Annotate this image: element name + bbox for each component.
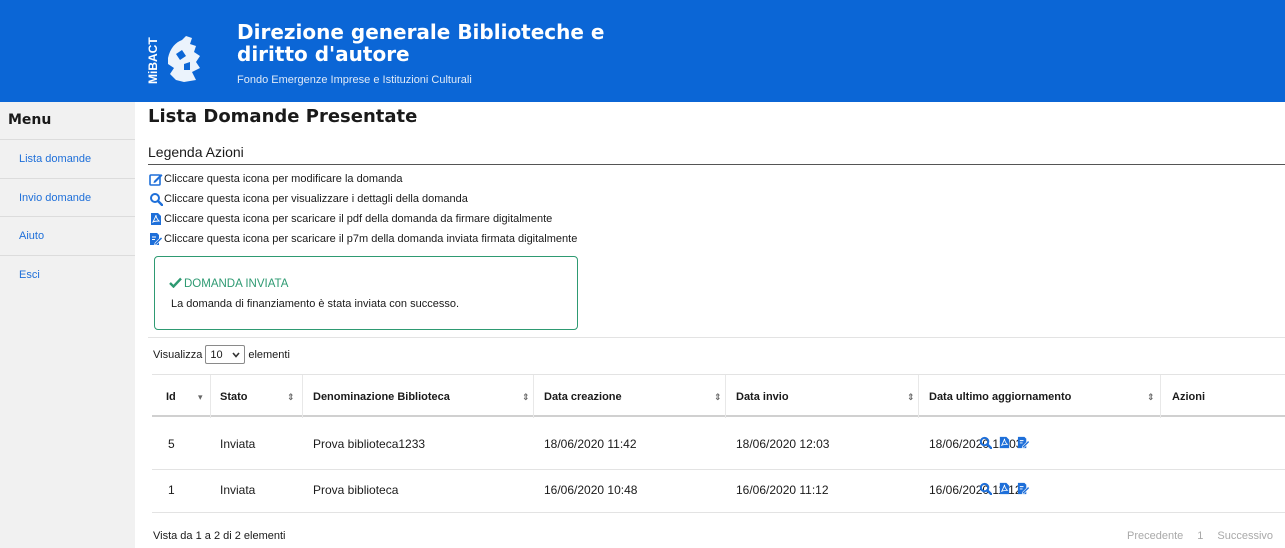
search-icon xyxy=(149,192,164,207)
next-page-button[interactable]: Successivo xyxy=(1217,530,1273,542)
col-header-id[interactable]: Id xyxy=(166,391,176,403)
sidebar-menu: Lista domande Invio domande Aiuto Esci xyxy=(0,139,135,293)
edit-icon xyxy=(149,172,163,186)
sort-desc-icon[interactable]: ▾ xyxy=(198,392,203,403)
cell-data-invio: 16/06/2020 11:12 xyxy=(736,483,829,497)
cell-denominazione: Prova biblioteca1233 xyxy=(313,437,426,451)
alert-title-text: DOMANDA INVIATA xyxy=(184,278,289,290)
search-icon[interactable] xyxy=(979,436,993,452)
cell-stato: Inviata xyxy=(220,483,256,497)
table-row: 1 Inviata Prova biblioteca 16/06/2020 10… xyxy=(152,470,1285,508)
mibact-logo[interactable]: MiBACT xyxy=(146,14,210,88)
site-header: MiBACT Direzione generale Biblioteche e … xyxy=(0,0,1285,102)
signed-doc-icon[interactable] xyxy=(1017,482,1030,498)
sort-icon[interactable]: ⇕ xyxy=(287,392,295,403)
chevron-down-icon xyxy=(232,349,240,361)
col-header-data-creazione[interactable]: Data creazione xyxy=(544,391,622,403)
pdf-icon[interactable] xyxy=(998,482,1011,498)
actions-legend: Cliccare questa icona per modificare la … xyxy=(149,169,577,249)
success-alert: DOMANDA INVIATA La domanda di finanziame… xyxy=(154,256,578,330)
signed-doc-icon[interactable] xyxy=(1017,436,1030,452)
cell-data-creazione: 16/06/2020 10:48 xyxy=(544,483,638,497)
legend-item-view: Cliccare questa icona per visualizzare i… xyxy=(149,189,577,209)
row-divider xyxy=(152,512,1285,513)
col-header-denominazione[interactable]: Denominazione Biblioteca xyxy=(313,391,450,403)
col-header-stato[interactable]: Stato xyxy=(220,391,248,403)
page-number-button[interactable]: 1 xyxy=(1197,530,1203,542)
cell-data-creazione: 18/06/2020 11:42 xyxy=(544,437,637,451)
sort-icon[interactable]: ⇕ xyxy=(907,392,915,403)
sort-icon[interactable]: ⇕ xyxy=(714,392,722,403)
menu-title: Menu xyxy=(8,112,52,128)
search-icon[interactable] xyxy=(979,482,993,498)
legend-item-p7m: Cliccare questa icona per scaricare il p… xyxy=(149,229,577,249)
legend-text: Cliccare questa icona per scaricare il p… xyxy=(164,233,578,245)
column-divider xyxy=(210,375,211,418)
cell-denominazione: Prova biblioteca xyxy=(313,483,399,497)
alert-title: DOMANDA INVIATA xyxy=(169,277,288,291)
col-header-data-aggiornamento[interactable]: Data ultimo aggiornamento xyxy=(929,391,1071,403)
signed-doc-icon xyxy=(149,232,163,246)
logo-text: MiBACT xyxy=(146,37,160,84)
sidebar: Menu Lista domande Invio domande Aiuto E… xyxy=(0,102,135,548)
legend-title: Legenda Azioni xyxy=(148,144,244,160)
column-divider xyxy=(918,375,919,418)
legend-item-pdf: Cliccare questa icona per scaricare il p… xyxy=(149,209,577,229)
table-info: Vista da 1 a 2 di 2 elementi xyxy=(153,530,286,542)
page-length-value: 10 xyxy=(210,348,223,361)
pdf-icon[interactable] xyxy=(998,436,1011,452)
sort-icon[interactable]: ⇕ xyxy=(522,392,530,403)
cell-id: 1 xyxy=(168,483,175,497)
column-divider xyxy=(533,375,534,418)
legend-text: Cliccare questa icona per visualizzare i… xyxy=(164,193,468,205)
legend-item-edit: Cliccare questa icona per modificare la … xyxy=(149,169,577,189)
column-divider xyxy=(725,375,726,418)
length-control: Visualizza 10 elementi xyxy=(153,345,290,364)
legend-divider xyxy=(148,164,1285,165)
previous-page-button[interactable]: Precedente xyxy=(1127,530,1183,542)
section-divider xyxy=(148,337,1285,338)
check-icon xyxy=(169,277,184,291)
cell-stato: Inviata xyxy=(220,437,256,451)
site-title: Direzione generale Biblioteche e diritto… xyxy=(237,20,605,66)
length-suffix: elementi xyxy=(248,348,290,361)
cell-id: 5 xyxy=(168,437,175,451)
column-divider xyxy=(302,375,303,418)
pdf-icon xyxy=(149,212,163,226)
row-actions xyxy=(979,436,1030,452)
page-length-select[interactable]: 10 xyxy=(205,345,246,364)
pagination: Precedente 1 Successivo xyxy=(1127,530,1273,542)
alert-message: La domanda di finanziamento è stata invi… xyxy=(171,298,460,310)
length-prefix: Visualizza xyxy=(153,348,203,361)
site-subtitle: Fondo Emergenze Imprese e Istituzioni Cu… xyxy=(237,74,472,86)
cell-data-invio: 18/06/2020 12:03 xyxy=(736,437,830,451)
page-title: Lista Domande Presentate xyxy=(148,106,418,127)
column-divider xyxy=(1160,375,1161,418)
sidebar-item-esci[interactable]: Esci xyxy=(0,254,135,294)
legend-text: Cliccare questa icona per modificare la … xyxy=(164,173,403,185)
col-header-azioni: Azioni xyxy=(1172,391,1205,403)
sort-icon[interactable]: ⇕ xyxy=(1147,392,1155,403)
sidebar-item-invio-domande[interactable]: Invio domande xyxy=(0,177,135,217)
row-actions xyxy=(979,482,1030,498)
sidebar-item-aiuto[interactable]: Aiuto xyxy=(0,216,135,255)
table-header: Id ▾ Stato ⇕ Denominazione Biblioteca ⇕ … xyxy=(152,374,1285,418)
table-row: 5 Inviata Prova biblioteca1233 18/06/202… xyxy=(152,424,1285,462)
col-header-data-invio[interactable]: Data invio xyxy=(736,391,789,403)
sidebar-item-lista-domande[interactable]: Lista domande xyxy=(0,139,135,178)
legend-text: Cliccare questa icona per scaricare il p… xyxy=(164,213,553,225)
